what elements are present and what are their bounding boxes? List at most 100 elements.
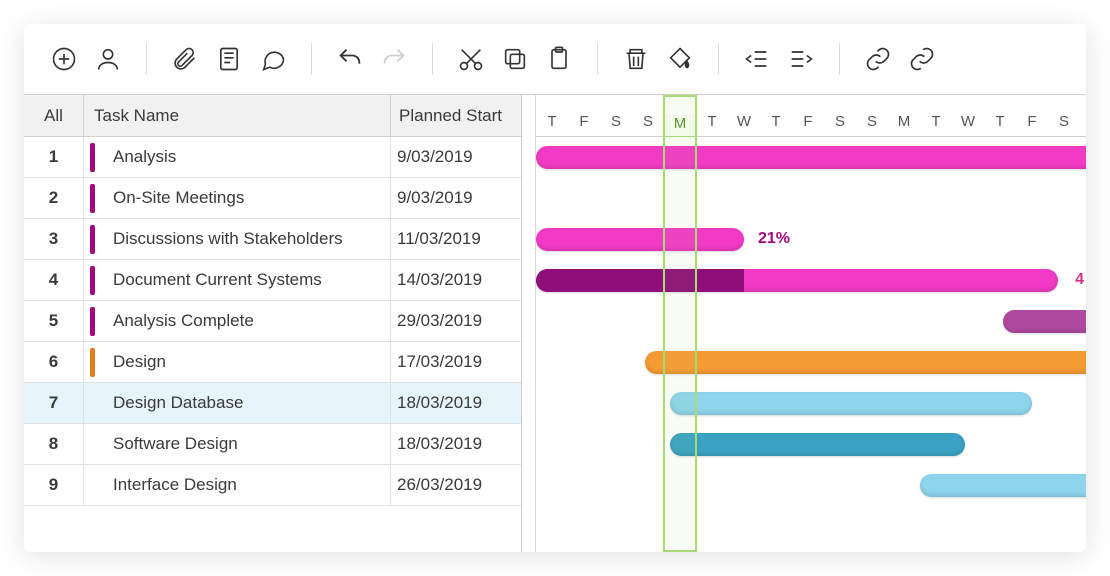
- row-index: 5: [24, 301, 84, 341]
- table-row[interactable]: 5 Analysis Complete 29/03/2019: [24, 301, 521, 342]
- row-date-cell[interactable]: 18/03/2019: [391, 383, 521, 423]
- row-date-cell[interactable]: 9/03/2019: [391, 178, 521, 218]
- row-name-cell[interactable]: Design: [84, 342, 391, 382]
- table-row[interactable]: 8Software Design18/03/2019: [24, 424, 521, 465]
- color-stripe: [90, 143, 95, 172]
- row-index: 6: [24, 342, 84, 382]
- day-header: W: [728, 113, 760, 136]
- day-header: M: [888, 113, 920, 136]
- gantt-bar-label: 21%: [758, 230, 790, 248]
- gantt-progress: [536, 269, 744, 292]
- row-date-cell[interactable]: 29/03/2019: [391, 301, 521, 341]
- gantt-row: [536, 383, 1086, 424]
- day-header: S: [632, 113, 664, 136]
- row-date-cell[interactable]: 11/03/2019: [391, 219, 521, 259]
- day-header: T: [984, 113, 1016, 136]
- table-row[interactable]: 4Document Current Systems14/03/2019: [24, 260, 521, 301]
- day-header: W: [952, 113, 984, 136]
- gantt-bar[interactable]: [670, 433, 964, 456]
- separator: [432, 43, 433, 75]
- notes-icon[interactable]: [209, 39, 249, 79]
- link-icon[interactable]: [858, 39, 898, 79]
- comment-icon[interactable]: [253, 39, 293, 79]
- undo-icon[interactable]: [330, 39, 370, 79]
- row-date-cell[interactable]: 18/03/2019: [391, 424, 521, 464]
- indent-icon[interactable]: [781, 39, 821, 79]
- day-header: T: [696, 113, 728, 136]
- row-index: 4: [24, 260, 84, 300]
- table-row[interactable]: 9 Interface Design 26/03/2019: [24, 465, 521, 506]
- row-index: 7: [24, 383, 84, 423]
- add-icon[interactable]: [44, 39, 84, 79]
- cut-icon[interactable]: [451, 39, 491, 79]
- attach-icon[interactable]: [165, 39, 205, 79]
- gantt-bar[interactable]: [920, 474, 1086, 497]
- row-name-cell[interactable]: Discussions with Stakeholders: [84, 219, 391, 259]
- unlink-icon[interactable]: [902, 39, 942, 79]
- user-icon[interactable]: [88, 39, 128, 79]
- table-row[interactable]: 1 Analysis 9/03/2019: [24, 137, 521, 178]
- row-index: 3: [24, 219, 84, 259]
- task-name: Interface Design: [113, 475, 237, 495]
- row-name-cell[interactable]: Design Database: [84, 383, 391, 423]
- table-row[interactable]: 3 Discussions with Stakeholders 11/03/2019: [24, 219, 521, 260]
- color-stripe: [90, 184, 95, 213]
- row-name-cell[interactable]: Analysis Complete: [84, 301, 391, 341]
- gantt-row: 4: [536, 260, 1086, 301]
- gantt-pane: TFSSMTWTFSSMTWTFSS 21%4 M: [536, 95, 1086, 552]
- task-name: Analysis Complete: [113, 311, 254, 331]
- day-header: F: [792, 113, 824, 136]
- table-row[interactable]: 2On-Site Meetings9/03/2019: [24, 178, 521, 219]
- row-name-cell[interactable]: Analysis: [84, 137, 391, 177]
- timeline-header: TFSSMTWTFSSMTWTFSS: [536, 95, 1086, 137]
- task-name: Analysis: [113, 147, 176, 167]
- separator: [597, 43, 598, 75]
- day-header: S: [600, 113, 632, 136]
- toolbar: [24, 24, 1086, 94]
- table-row[interactable]: 6Design17/03/2019: [24, 342, 521, 383]
- header-planned-start[interactable]: Planned Start: [391, 95, 521, 136]
- gantt-bar[interactable]: [670, 392, 1032, 415]
- gantt-bar[interactable]: [536, 269, 1058, 292]
- gantt-bar[interactable]: [1003, 310, 1086, 333]
- gantt-row: [536, 342, 1086, 383]
- color-stripe: [90, 348, 95, 377]
- outdent-icon[interactable]: [737, 39, 777, 79]
- separator: [718, 43, 719, 75]
- fill-icon[interactable]: [660, 39, 700, 79]
- day-header: S: [1080, 113, 1086, 136]
- row-date-cell[interactable]: 14/03/2019: [391, 260, 521, 300]
- row-name-cell[interactable]: On-Site Meetings: [84, 178, 391, 218]
- copy-icon[interactable]: [495, 39, 535, 79]
- table-header: All Task Name Planned Start: [24, 95, 521, 137]
- day-header: T: [536, 113, 568, 136]
- task-table: All Task Name Planned Start 1 Analysis 9/0…: [24, 95, 522, 552]
- row-name-cell[interactable]: Document Current Systems: [84, 260, 391, 300]
- header-task-name[interactable]: Task Name: [84, 95, 391, 136]
- pane-splitter[interactable]: [522, 95, 536, 552]
- gantt-bar-label: 4: [1075, 271, 1084, 289]
- day-header: S: [856, 113, 888, 136]
- task-name: Software Design: [113, 434, 238, 454]
- gantt-bar[interactable]: [536, 228, 744, 251]
- gantt-bar[interactable]: [536, 146, 1086, 169]
- row-name-cell[interactable]: Software Design: [84, 424, 391, 464]
- row-name-cell[interactable]: Interface Design: [84, 465, 391, 505]
- table-row[interactable]: 7Design Database18/03/2019: [24, 383, 521, 424]
- gantt-row: [536, 137, 1086, 178]
- row-date-cell[interactable]: 9/03/2019: [391, 137, 521, 177]
- color-stripe: [90, 225, 95, 254]
- gantt-bar[interactable]: [645, 351, 1086, 374]
- row-date-cell[interactable]: 17/03/2019: [391, 342, 521, 382]
- redo-icon[interactable]: [374, 39, 414, 79]
- row-index: 1: [24, 137, 84, 177]
- header-all[interactable]: All: [24, 95, 84, 136]
- day-header: F: [1016, 113, 1048, 136]
- row-date-cell[interactable]: 26/03/2019: [391, 465, 521, 505]
- task-name: Discussions with Stakeholders: [113, 229, 343, 249]
- paste-icon[interactable]: [539, 39, 579, 79]
- row-index: 9: [24, 465, 84, 505]
- gantt-row: [536, 465, 1086, 506]
- gantt-row: 21%: [536, 219, 1086, 260]
- delete-icon[interactable]: [616, 39, 656, 79]
